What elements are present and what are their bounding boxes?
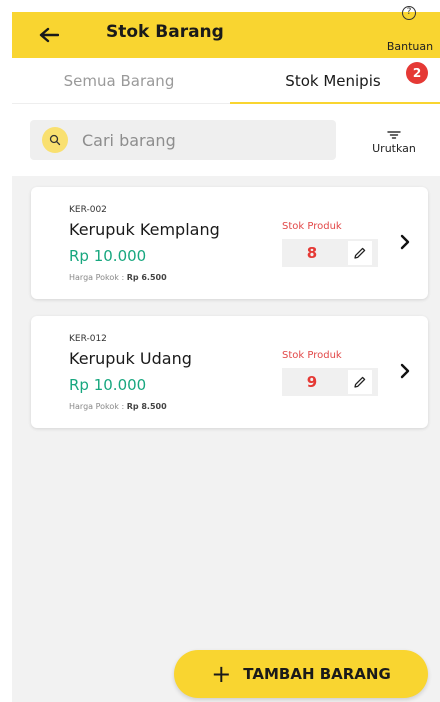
add-product-button[interactable]: + TAMBAH BARANG xyxy=(174,650,428,698)
cost-price: Harga Pokok : Rp 8.500 xyxy=(69,402,167,411)
sort-label: Urutkan xyxy=(372,141,416,155)
edit-stock-button[interactable] xyxy=(348,370,372,394)
help-label: Bantuan xyxy=(386,40,434,53)
search-icon xyxy=(42,127,68,153)
back-arrow-icon xyxy=(39,27,59,43)
product-price: Rp 10.000 xyxy=(69,247,147,265)
back-button[interactable] xyxy=(34,20,64,50)
sort-icon xyxy=(387,130,401,139)
product-code: KER-012 xyxy=(69,334,107,344)
tab-bar: Semua Barang Stok Menipis 2 xyxy=(12,58,440,104)
cost-price-label: Harga Pokok : xyxy=(69,273,127,282)
edit-stock-button[interactable] xyxy=(348,241,372,265)
page-title: Stok Barang xyxy=(106,22,224,42)
cost-price-label: Harga Pokok : xyxy=(69,402,127,411)
help-button[interactable]: ? Bantuan xyxy=(380,6,440,58)
product-card[interactable]: KER-002 Kerupuk Kemplang Rp 10.000 Harga… xyxy=(31,187,428,299)
cost-price: Harga Pokok : Rp 6.500 xyxy=(69,273,167,282)
app-header: Stok Barang ? Bantuan xyxy=(12,6,440,58)
edit-pencil-icon xyxy=(354,376,366,388)
product-name: Kerupuk Kemplang xyxy=(69,220,220,239)
stock-field: 9 xyxy=(282,368,378,396)
search-placeholder: Cari barang xyxy=(82,130,176,150)
add-product-label: TAMBAH BARANG xyxy=(243,665,391,683)
tab-label: Stok Menipis xyxy=(285,71,381,90)
stock-label: Stok Produk xyxy=(282,350,342,361)
tab-semua-barang[interactable]: Semua Barang xyxy=(12,58,226,103)
tab-label: Semua Barang xyxy=(63,71,175,90)
cost-price-value: Rp 8.500 xyxy=(126,402,167,411)
tab-stok-menipis[interactable]: Stok Menipis 2 xyxy=(226,58,440,104)
search-input[interactable]: Cari barang xyxy=(30,120,336,160)
edit-pencil-icon xyxy=(354,247,366,259)
help-icon: ? xyxy=(402,6,416,20)
plus-icon: + xyxy=(211,660,232,688)
product-code: KER-002 xyxy=(69,205,107,215)
stock-value: 8 xyxy=(306,244,318,262)
cost-price-value: Rp 6.500 xyxy=(126,273,167,282)
stock-field: 8 xyxy=(282,239,378,267)
product-list: KER-002 Kerupuk Kemplang Rp 10.000 Harga… xyxy=(12,176,440,702)
chevron-right-icon xyxy=(400,234,410,250)
stock-value: 9 xyxy=(306,373,318,391)
sort-button[interactable]: Urutkan xyxy=(354,124,434,160)
stock-label: Stok Produk xyxy=(282,221,342,232)
count-badge: 2 xyxy=(406,62,428,84)
product-card[interactable]: KER-012 Kerupuk Udang Rp 10.000 Harga Po… xyxy=(31,316,428,428)
chevron-right-icon xyxy=(400,363,410,379)
product-price: Rp 10.000 xyxy=(69,376,147,394)
product-name: Kerupuk Udang xyxy=(69,349,192,368)
